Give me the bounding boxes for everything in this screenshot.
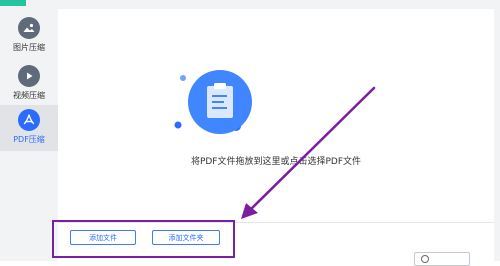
sidebar-item-label: 视频压缩 bbox=[13, 91, 45, 100]
play-icon bbox=[18, 65, 40, 87]
sidebar-item-label: 图片压缩 bbox=[13, 43, 45, 52]
window-right-edge bbox=[494, 0, 500, 261]
settings-icon bbox=[421, 255, 429, 263]
sidebar-item-pdf-compress[interactable]: PDF压缩 bbox=[0, 105, 58, 151]
sidebar-item-label: PDF压缩 bbox=[13, 135, 45, 144]
app-accent-bar bbox=[0, 0, 26, 6]
window-top-strip bbox=[0, 0, 500, 9]
image-icon bbox=[18, 17, 40, 39]
annotation-highlight-box bbox=[52, 220, 235, 258]
pdf-icon bbox=[18, 109, 40, 131]
compress-button[interactable] bbox=[414, 252, 470, 266]
sidebar-item-image-compress[interactable]: 图片压缩 bbox=[0, 13, 58, 57]
clipboard-icon[interactable] bbox=[158, 64, 268, 154]
sidebar: 图片压缩 视频压缩 PDF压缩 bbox=[0, 9, 58, 261]
sidebar-item-video-compress[interactable]: 视频压缩 bbox=[0, 61, 58, 105]
drop-hint-text: 将PDF文件拖放到这里或点击选择PDF文件 bbox=[190, 157, 362, 167]
